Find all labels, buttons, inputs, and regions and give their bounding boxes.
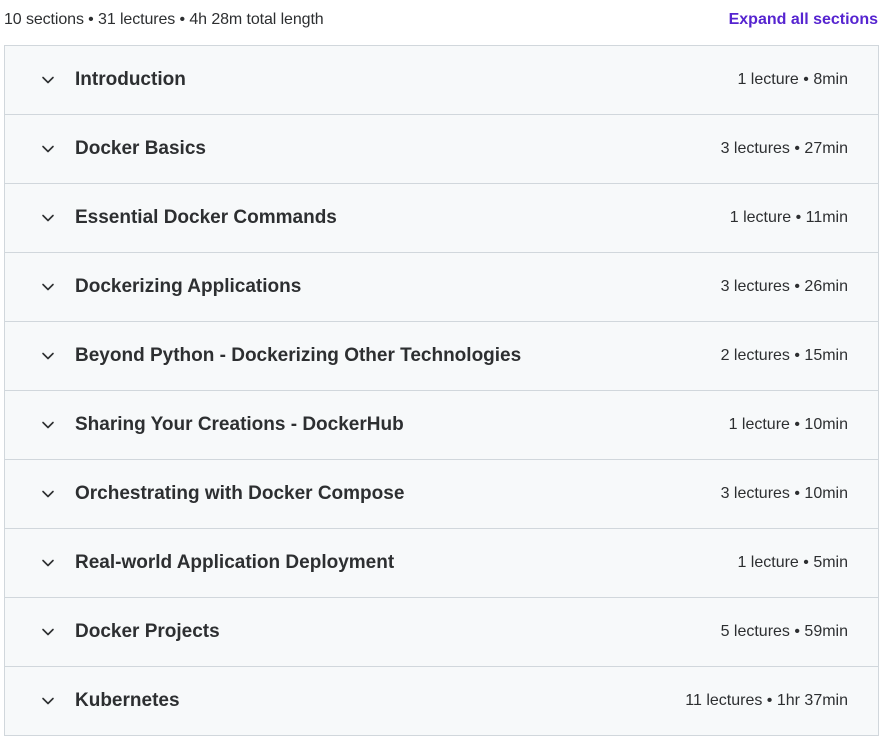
expand-all-sections-button[interactable]: Expand all sections: [729, 11, 878, 29]
section-meta: 11 lectures • 1hr 37min: [685, 692, 848, 709]
chevron-down-icon: [5, 142, 75, 156]
section-docker-projects[interactable]: Docker Projects 5 lectures • 59min: [5, 598, 878, 667]
section-essential-docker-commands[interactable]: Essential Docker Commands 1 lecture • 11…: [5, 184, 878, 253]
section-meta: 1 lecture • 5min: [737, 554, 848, 571]
section-meta: 3 lectures • 10min: [720, 485, 848, 502]
section-meta: 5 lectures • 59min: [720, 623, 848, 640]
section-title: Beyond Python - Dockerizing Other Techno…: [75, 345, 522, 366]
section-title: Docker Basics: [75, 138, 206, 159]
chevron-down-icon: [5, 625, 75, 639]
section-meta: 2 lectures • 15min: [720, 347, 848, 364]
chevron-down-icon: [5, 418, 75, 432]
section-kubernetes[interactable]: Kubernetes 11 lectures • 1hr 37min: [5, 667, 878, 735]
section-title: Essential Docker Commands: [75, 207, 337, 228]
chevron-down-icon: [5, 280, 75, 294]
section-title: Real-world Application Deployment: [75, 552, 395, 573]
section-docker-basics[interactable]: Docker Basics 3 lectures • 27min: [5, 115, 878, 184]
section-real-world-deployment[interactable]: Real-world Application Deployment 1 lect…: [5, 529, 878, 598]
section-meta: 3 lectures • 27min: [720, 140, 848, 157]
chevron-down-icon: [5, 556, 75, 570]
section-title: Kubernetes: [75, 690, 180, 711]
curriculum-accordion: Introduction 1 lecture • 8min Docker Bas…: [4, 45, 879, 736]
chevron-down-icon: [5, 211, 75, 225]
section-title: Dockerizing Applications: [75, 276, 302, 297]
chevron-down-icon: [5, 487, 75, 501]
section-meta: 3 lectures • 26min: [720, 278, 848, 295]
section-sharing-your-creations[interactable]: Sharing Your Creations - DockerHub 1 lec…: [5, 391, 878, 460]
section-orchestrating-docker-compose[interactable]: Orchestrating with Docker Compose 3 lect…: [5, 460, 878, 529]
chevron-down-icon: [5, 349, 75, 363]
course-content-header: 10 sections • 31 lectures • 4h 28m total…: [0, 0, 883, 40]
section-title: Sharing Your Creations - DockerHub: [75, 414, 404, 435]
section-title: Introduction: [75, 69, 186, 90]
section-meta: 1 lecture • 10min: [728, 416, 848, 433]
chevron-down-icon: [5, 694, 75, 708]
section-meta: 1 lecture • 11min: [729, 209, 848, 226]
section-meta: 1 lecture • 8min: [737, 71, 848, 88]
section-introduction[interactable]: Introduction 1 lecture • 8min: [5, 46, 878, 115]
course-summary: 10 sections • 31 lectures • 4h 28m total…: [4, 11, 324, 28]
section-dockerizing-applications[interactable]: Dockerizing Applications 3 lectures • 26…: [5, 253, 878, 322]
section-beyond-python[interactable]: Beyond Python - Dockerizing Other Techno…: [5, 322, 878, 391]
section-title: Orchestrating with Docker Compose: [75, 483, 405, 504]
section-title: Docker Projects: [75, 621, 220, 642]
chevron-down-icon: [5, 73, 75, 87]
